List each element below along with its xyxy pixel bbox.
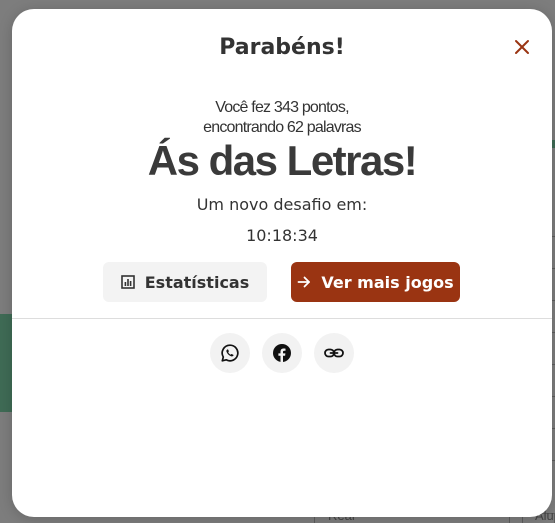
facebook-icon — [273, 344, 291, 362]
countdown-timer: 10:18:34 — [246, 226, 318, 245]
more-games-button[interactable]: Ver mais jogos — [291, 262, 460, 302]
link-icon — [324, 348, 344, 358]
close-icon — [515, 40, 529, 54]
statistics-button-label: Estatísticas — [144, 272, 250, 292]
rank-title: Ás das Letras! — [147, 137, 418, 184]
modal-title: Parabéns! — [219, 35, 345, 60]
statistics-button[interactable]: Estatísticas — [103, 262, 267, 302]
arrow-right-icon — [297, 276, 311, 288]
close-button[interactable] — [512, 37, 532, 57]
more-games-button-label: Ver mais jogos — [321, 272, 454, 292]
share-whatsapp-button[interactable] — [210, 333, 250, 373]
share-buttons — [12, 333, 552, 373]
score-summary-line: Você fez 343 pontos, — [215, 99, 349, 116]
share-link-button[interactable] — [314, 333, 354, 373]
whatsapp-icon — [221, 344, 239, 362]
score-summary-line: encontrando 62 palavras — [203, 119, 362, 136]
share-facebook-button[interactable] — [262, 333, 302, 373]
chart-icon — [120, 275, 135, 289]
divider — [12, 318, 552, 319]
next-challenge-label: Um novo desafio em: — [196, 195, 368, 214]
results-modal: Parabéns! Você fez 343 pontos, encontran… — [12, 9, 552, 517]
score-summary: Você fez 343 pontos, encontrando 62 pala… — [12, 98, 552, 138]
